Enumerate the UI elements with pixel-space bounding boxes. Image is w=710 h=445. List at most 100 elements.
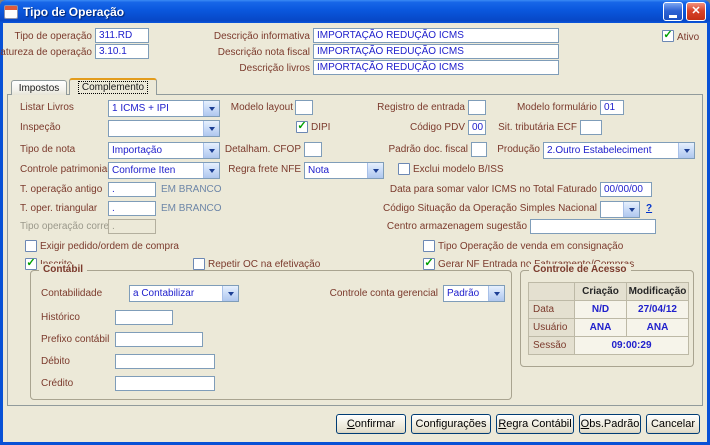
button-row: Confirmar Configurações Regra Contábil O… xyxy=(336,414,700,434)
producao-label: Produção xyxy=(497,144,540,155)
controle-acesso-group: Controle de Acesso Criação Modificação D… xyxy=(520,264,694,367)
contabilidade-label: Contabilidade xyxy=(41,288,103,299)
descricao-nota-fiscal-label: Descrição nota fiscal xyxy=(217,47,310,58)
cancelar-button[interactable]: Cancelar xyxy=(646,414,700,434)
data-somar-icms-input[interactable]: 00/00/00 xyxy=(600,182,652,197)
modelo-layout-input[interactable] xyxy=(295,100,313,115)
detalham-cfop-label: Detalham. CFOP xyxy=(224,144,301,155)
chevron-down-icon[interactable] xyxy=(203,121,219,136)
t-oper-triangular-label: T. oper. triangular xyxy=(20,203,98,214)
tipo-de-nota-select[interactable]: Importação xyxy=(108,142,220,159)
tipo-de-nota-value: Importação xyxy=(112,145,163,156)
exclui-modelo-biss-checkbox[interactable] xyxy=(398,163,410,175)
tipo-operacao-correl-input: . xyxy=(108,219,156,234)
acesso-row-label: Usuário xyxy=(529,319,575,337)
controle-acesso-group-title: Controle de Acesso xyxy=(529,264,631,275)
controle-conta-gerencial-label: Controle conta gerencial xyxy=(329,288,438,299)
titlebar[interactable]: Tipo de Operação ✕ xyxy=(0,0,710,23)
t-oper-triangular-input[interactable]: . xyxy=(108,201,156,216)
ativo-checkbox[interactable] xyxy=(662,30,674,42)
dipi-label: DIPI xyxy=(311,122,331,133)
listar-livros-select[interactable]: 1 ICMS + IPI xyxy=(108,100,220,117)
chevron-down-icon[interactable] xyxy=(203,143,219,158)
codigo-situacao-simples-select[interactable] xyxy=(600,201,640,218)
inscrito-checkbox[interactable] xyxy=(25,258,37,270)
dipi-checkbox[interactable] xyxy=(296,121,308,133)
chevron-down-icon[interactable] xyxy=(203,163,219,178)
regra-contabil-button[interactable]: Regra Contábil xyxy=(496,414,574,434)
repetir-oc-label: Repetir OC na efetivação xyxy=(208,259,321,270)
confirmar-button[interactable]: Confirmar xyxy=(336,414,406,434)
acesso-row-label: Data xyxy=(529,301,575,319)
contabilidade-value: a Contabilizar xyxy=(133,288,195,299)
contabilidade-select[interactable]: a Contabilizar xyxy=(129,285,239,302)
modelo-formulario-input[interactable]: 01 xyxy=(600,100,624,115)
descricao-nota-fiscal-input[interactable]: IMPORTAÇÃO REDUÇÃO ICMS xyxy=(313,44,559,59)
debito-input[interactable] xyxy=(115,354,215,369)
controle-conta-gerencial-select[interactable]: Padrão xyxy=(443,285,505,302)
sit-tributaria-ecf-input[interactable] xyxy=(580,120,602,135)
modelo-layout-label: Modelo layout xyxy=(230,102,293,113)
chevron-down-icon[interactable] xyxy=(488,286,504,301)
prefixo-contabil-input[interactable] xyxy=(115,332,203,347)
codigo-pdv-label: Código PDV xyxy=(409,122,465,133)
acesso-data-criacao: N/D xyxy=(575,301,627,319)
regra-frete-nfe-label: Regra frete NFE xyxy=(228,164,301,175)
detalham-cfop-input[interactable] xyxy=(304,142,322,157)
obs-padrao-button[interactable]: Obs.Padrão xyxy=(579,414,641,434)
gerar-nf-entrada-checkbox[interactable] xyxy=(423,258,435,270)
chevron-down-icon[interactable] xyxy=(623,202,639,217)
acesso-table: Criação Modificação Data N/D 27/04/12 Us… xyxy=(528,282,689,355)
controle-patrimonial-label: Controle patrimonial xyxy=(20,164,110,175)
centro-armazenagem-input[interactable] xyxy=(530,219,656,234)
natureza-operacao-input[interactable]: 3.10.1 xyxy=(95,44,149,59)
tipo-operacao-correl-label: Tipo operação correl. xyxy=(20,221,115,232)
ativo-label: Ativo xyxy=(677,32,700,43)
venda-consignacao-checkbox[interactable] xyxy=(423,240,435,252)
contabil-group-title: Contábil xyxy=(39,264,87,275)
natureza-operacao-label: Natureza de operação xyxy=(0,47,92,58)
descricao-livros-input[interactable]: IMPORTAÇÃO REDUÇÃO ICMS xyxy=(313,60,559,75)
acesso-data-modificacao: 27/04/12 xyxy=(627,301,689,319)
listar-livros-label: Listar Livros xyxy=(20,102,74,113)
minimize-button[interactable] xyxy=(663,2,683,21)
close-button[interactable]: ✕ xyxy=(686,2,706,21)
controle-patrimonial-select[interactable]: Conforme Iten xyxy=(108,162,220,179)
credito-input[interactable] xyxy=(115,376,215,391)
inspecao-select[interactable] xyxy=(108,120,220,137)
historico-input[interactable] xyxy=(115,310,173,325)
registro-entrada-input[interactable] xyxy=(468,100,486,115)
producao-select[interactable]: 2.Outro Estabeleciment xyxy=(543,142,695,159)
tab-impostos[interactable]: Impostos xyxy=(11,80,67,95)
codigo-situacao-simples-label: Código Situação da Operação Simples Naci… xyxy=(382,203,597,214)
window-title: Tipo de Operação xyxy=(23,4,125,19)
modelo-formulario-label: Modelo formulário xyxy=(516,102,597,113)
registro-entrada-label: Registro de entrada xyxy=(377,102,465,113)
regra-frete-nfe-select[interactable]: Nota xyxy=(304,162,384,179)
t-operacao-antigo-input[interactable]: . xyxy=(108,182,156,197)
codigo-pdv-input[interactable]: 00 xyxy=(468,120,486,135)
inspecao-label: Inspeção xyxy=(20,122,61,133)
app-icon xyxy=(4,4,18,19)
configuracoes-button[interactable]: Configurações xyxy=(411,414,491,434)
chevron-down-icon[interactable] xyxy=(203,101,219,116)
tipo-operacao-input[interactable]: 311.RD xyxy=(95,28,149,43)
padrao-doc-fiscal-input[interactable] xyxy=(471,142,487,157)
tab-complemento[interactable]: Complemento xyxy=(69,78,157,95)
tab-complemento-label: Complemento xyxy=(77,81,149,94)
exigir-pedido-checkbox[interactable] xyxy=(25,240,37,252)
codigo-situacao-simples-value xyxy=(601,202,623,217)
tipo-operacao-label: Tipo de operação xyxy=(14,31,92,42)
repetir-oc-checkbox[interactable] xyxy=(193,258,205,270)
chevron-down-icon[interactable] xyxy=(678,143,694,158)
t-operacao-antigo-hint: EM BRANCO xyxy=(161,184,222,195)
producao-value: 2.Outro Estabeleciment xyxy=(547,145,652,156)
chevron-down-icon[interactable] xyxy=(367,163,383,178)
sit-tributaria-ecf-label: Sit. tributária ECF xyxy=(498,122,577,133)
descricao-informativa-input[interactable]: IMPORTAÇÃO REDUÇÃO ICMS xyxy=(313,28,559,43)
t-oper-triangular-hint: EM BRANCO xyxy=(161,203,222,214)
simples-nacional-help-link[interactable]: ? xyxy=(646,203,652,214)
acesso-sessao-valor: 09:00:29 xyxy=(575,337,689,355)
chevron-down-icon[interactable] xyxy=(222,286,238,301)
historico-label: Histórico xyxy=(41,312,80,323)
